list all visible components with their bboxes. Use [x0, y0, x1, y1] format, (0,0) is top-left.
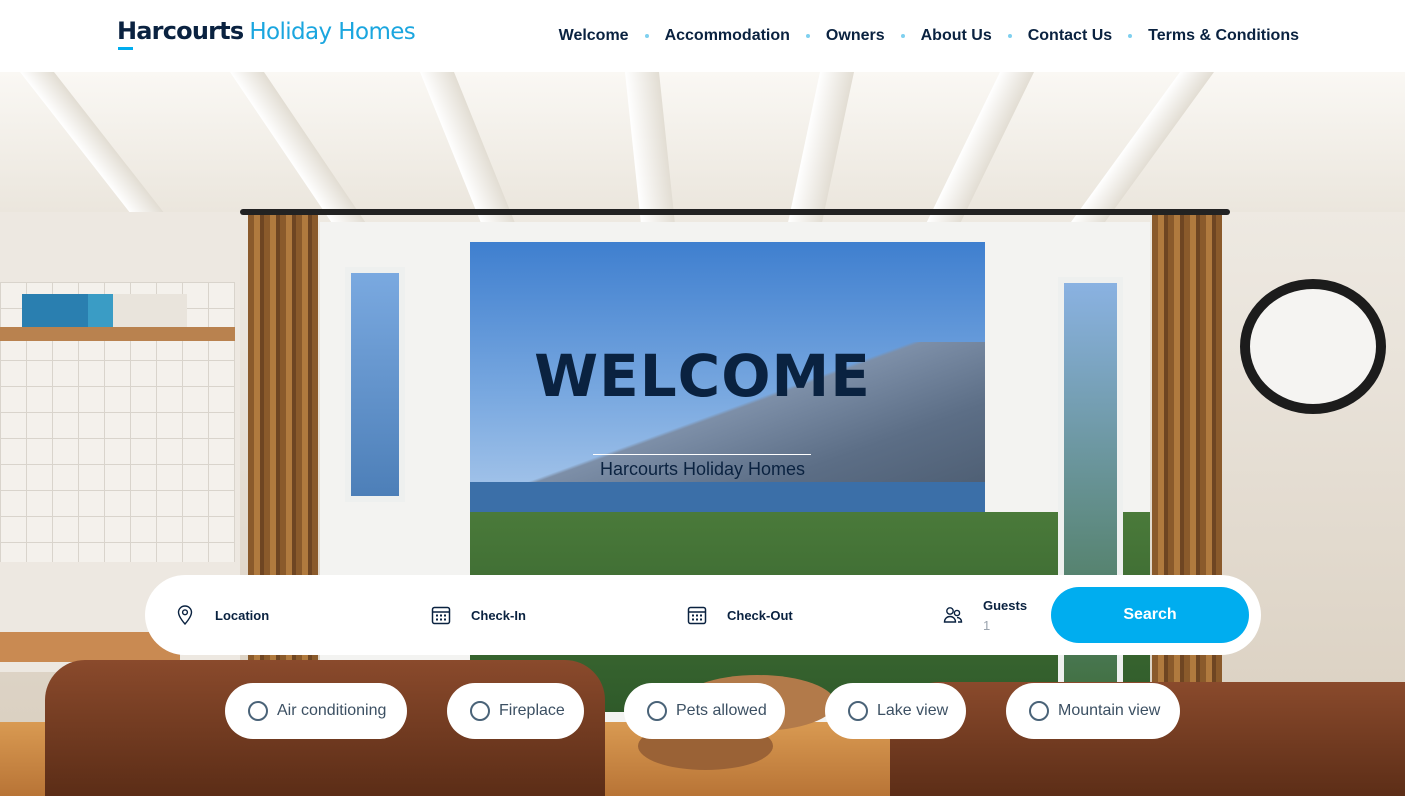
hero-section: WELCOME Harcourts Holiday Homes Location…: [0, 72, 1405, 796]
radio-icon: [848, 701, 868, 721]
radio-icon: [248, 701, 268, 721]
filter-fireplace[interactable]: Fireplace: [447, 683, 584, 739]
radio-icon: [647, 701, 667, 721]
location-field[interactable]: Location: [174, 575, 269, 655]
logo-sub-text: Holiday Homes: [249, 19, 416, 45]
map-pin-icon: [174, 604, 196, 626]
radio-icon: [1029, 701, 1049, 721]
filter-air-conditioning[interactable]: Air conditioning: [225, 683, 407, 739]
filter-label: Air conditioning: [277, 702, 387, 719]
filter-mountain-view[interactable]: Mountain view: [1006, 683, 1180, 739]
search-button[interactable]: Search: [1051, 587, 1249, 643]
checkout-label: Check-Out: [727, 607, 793, 623]
filter-label: Mountain view: [1058, 702, 1161, 719]
nav-about-us[interactable]: About Us: [921, 27, 992, 45]
search-bar: Location Check-In Check-Out Guests Searc…: [145, 575, 1261, 655]
guests-field[interactable]: Guests: [942, 575, 1027, 655]
filter-lake-view[interactable]: Lake view: [825, 683, 966, 739]
nav-separator: [1128, 34, 1133, 38]
logo-main-text: Harcourts: [117, 17, 244, 50]
nav-owners[interactable]: Owners: [826, 27, 885, 45]
checkin-field[interactable]: Check-In: [430, 575, 526, 655]
nav-terms[interactable]: Terms & Conditions: [1148, 27, 1299, 45]
filter-label: Lake view: [877, 702, 949, 719]
checkin-label: Check-In: [471, 607, 526, 623]
site-header: Harcourts Holiday Homes Welcome Accommod…: [0, 0, 1405, 72]
brand-logo[interactable]: Harcourts Holiday Homes: [117, 17, 416, 51]
filter-pets-allowed[interactable]: Pets allowed: [624, 683, 785, 739]
guests-label: Guests: [983, 597, 1028, 613]
calendar-icon: [686, 604, 708, 626]
hero-subtitle: Harcourts Holiday Homes: [599, 459, 806, 479]
nav-welcome[interactable]: Welcome: [559, 27, 629, 45]
calendar-icon: [430, 604, 452, 626]
nav-separator: [644, 34, 649, 38]
hero-title: WELCOME: [534, 342, 871, 410]
guests-input[interactable]: [983, 617, 1023, 633]
filter-label: Fireplace: [499, 702, 565, 719]
users-icon: [942, 604, 964, 626]
nav-accommodation[interactable]: Accommodation: [665, 27, 790, 45]
location-label: Location: [215, 607, 270, 623]
hero-divider: [593, 454, 811, 455]
checkout-field[interactable]: Check-Out: [686, 575, 793, 655]
radio-icon: [470, 701, 490, 721]
nav-separator: [1007, 34, 1012, 38]
nav-contact-us[interactable]: Contact Us: [1028, 27, 1112, 45]
filter-label: Pets allowed: [676, 702, 767, 719]
nav-separator: [805, 34, 810, 38]
nav-separator: [900, 34, 905, 38]
main-nav: Welcome Accommodation Owners About Us Co…: [559, 24, 1299, 48]
